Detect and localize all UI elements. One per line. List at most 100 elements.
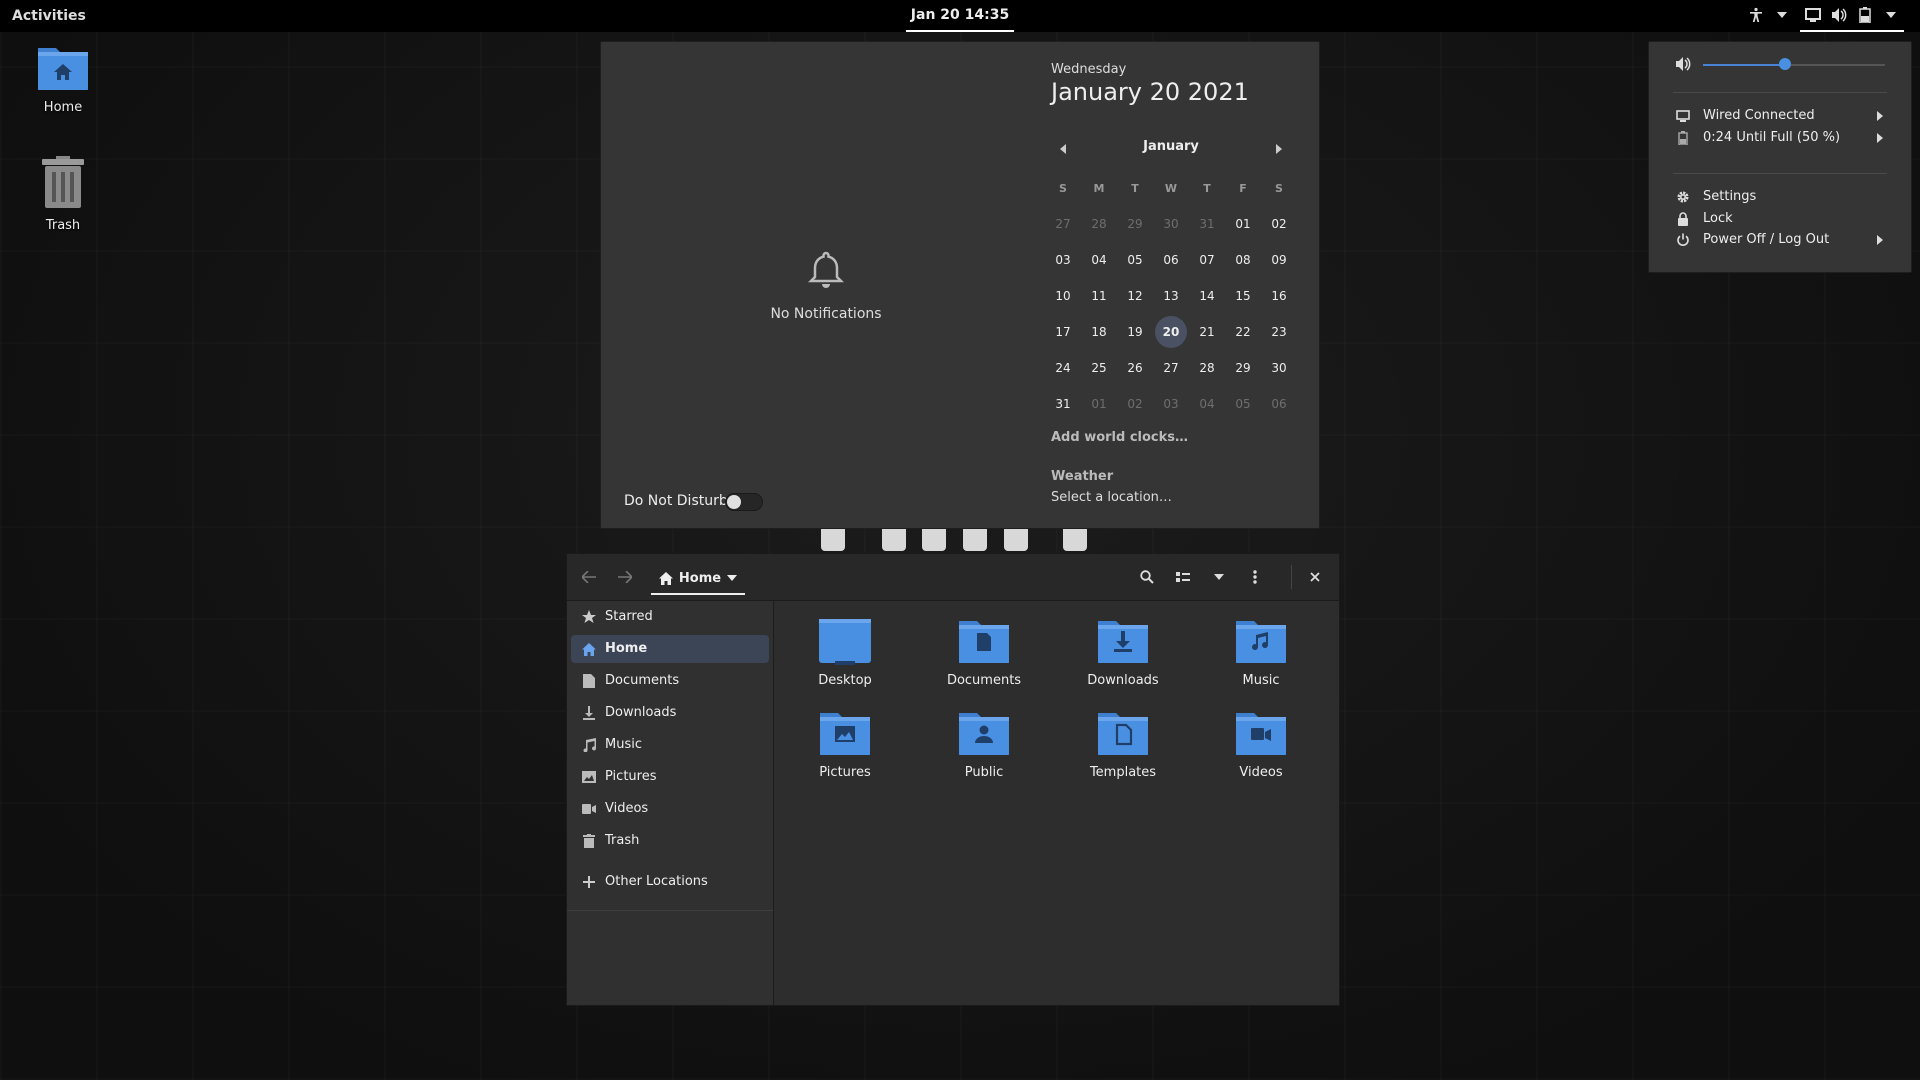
calendar-day[interactable]: 24 [1045, 350, 1081, 386]
calendar-day[interactable]: 16 [1261, 278, 1297, 314]
calendar-day[interactable]: 06 [1153, 242, 1189, 278]
calendar-day-today[interactable]: 20 [1155, 316, 1187, 348]
volume-slider-handle[interactable] [1778, 58, 1791, 70]
calendar-day[interactable]: 04 [1081, 242, 1117, 278]
header-bar: Home [567, 554, 1339, 601]
clock-button[interactable]: Jan 20 14:35 [906, 0, 1014, 32]
wired-connection-item[interactable]: Wired Connected [1649, 105, 1911, 127]
calendar-day[interactable]: 05 [1225, 386, 1261, 422]
calendar-day[interactable]: 28 [1081, 206, 1117, 242]
sidebar-item-other-locations[interactable]: Other Locations [571, 868, 769, 896]
volume-icon [1675, 56, 1691, 76]
desktop-trash-icon[interactable]: Trash [18, 154, 108, 233]
battery-item[interactable]: 0:24 Until Full (50 %) [1649, 127, 1911, 149]
chevron-right-icon [1877, 234, 1883, 249]
music-folder-icon [1236, 621, 1286, 663]
folder-desktop[interactable]: Desktop [790, 615, 900, 688]
full-date-label[interactable]: January 20 2021 [1051, 78, 1249, 106]
calendar-day[interactable]: 27 [1045, 206, 1081, 242]
calendar-day[interactable]: 02 [1261, 206, 1297, 242]
calendar-day[interactable]: 31 [1045, 386, 1081, 422]
calendar-day[interactable]: 10 [1045, 278, 1081, 314]
calendar-day[interactable]: 30 [1261, 350, 1297, 386]
calendar-day[interactable]: 28 [1189, 350, 1225, 386]
folder-templates[interactable]: Templates [1068, 707, 1178, 780]
calendar-day[interactable]: 22 [1225, 314, 1261, 350]
header-separator [1291, 565, 1292, 589]
calendar-day[interactable]: 17 [1045, 314, 1081, 350]
sidebar-item-downloads[interactable]: Downloads [571, 699, 769, 727]
folder-public[interactable]: Public [929, 707, 1039, 780]
add-world-clocks-button[interactable]: Add world clocks… [1051, 430, 1188, 445]
home-folder-icon [38, 48, 88, 90]
folder-videos[interactable]: Videos [1206, 707, 1316, 780]
back-button[interactable] [577, 565, 601, 589]
calendar-day[interactable]: 09 [1261, 242, 1297, 278]
system-menu-button[interactable] [1800, 0, 1904, 32]
folder-documents[interactable]: Documents [929, 615, 1039, 688]
calendar-day[interactable]: 05 [1117, 242, 1153, 278]
calendar-day[interactable]: 06 [1261, 386, 1297, 422]
folder-label: Videos [1239, 765, 1283, 780]
sidebar-item-videos[interactable]: Videos [571, 795, 769, 823]
calendar-day[interactable]: 27 [1153, 350, 1189, 386]
close-button[interactable] [1303, 565, 1327, 589]
main-menu-button[interactable] [1243, 565, 1267, 589]
trash-icon [42, 156, 84, 208]
do-not-disturb-label: Do Not Disturb [624, 493, 728, 509]
forward-button[interactable] [613, 565, 637, 589]
system-menu: Wired Connected 0:24 Until Full (50 %) S… [1648, 41, 1912, 273]
settings-item[interactable]: Settings [1649, 186, 1911, 208]
calendar-day[interactable]: 01 [1225, 206, 1261, 242]
search-button[interactable] [1135, 565, 1159, 589]
calendar-day[interactable]: 18 [1081, 314, 1117, 350]
folder-label: Desktop [818, 673, 872, 688]
view-options-button[interactable] [1207, 565, 1231, 589]
activities-button[interactable]: Activities [12, 8, 86, 24]
path-bar-home-button[interactable]: Home [651, 563, 745, 595]
sidebar-item-starred[interactable]: Starred [571, 603, 769, 631]
calendar-day[interactable]: 19 [1117, 314, 1153, 350]
weather-location[interactable]: Select a location… [1051, 490, 1172, 505]
calendar-day[interactable]: 13 [1153, 278, 1189, 314]
calendar-day[interactable]: 26 [1117, 350, 1153, 386]
calendar-day[interactable]: 25 [1081, 350, 1117, 386]
desktop-home-icon[interactable]: Home [18, 44, 108, 115]
calendar-day[interactable]: 07 [1189, 242, 1225, 278]
folder-music[interactable]: Music [1206, 615, 1316, 688]
folder-downloads[interactable]: Downloads [1068, 615, 1178, 688]
calendar-day[interactable]: 02 [1117, 386, 1153, 422]
weather-heading[interactable]: Weather [1051, 469, 1113, 484]
weekday-label[interactable]: Wednesday [1051, 62, 1126, 77]
calendar-day[interactable]: 03 [1045, 242, 1081, 278]
calendar-day[interactable]: 11 [1081, 278, 1117, 314]
calendar-column: Wednesday January 20 2021 January S M T W T F… [1051, 42, 1319, 528]
view-list-button[interactable] [1171, 565, 1195, 589]
calendar-day[interactable]: 15 [1225, 278, 1261, 314]
calendar-day[interactable]: 29 [1225, 350, 1261, 386]
calendar-day[interactable]: 29 [1117, 206, 1153, 242]
calendar-day[interactable]: 03 [1153, 386, 1189, 422]
calendar-day[interactable]: 04 [1189, 386, 1225, 422]
power-off-item[interactable]: Power Off / Log Out [1649, 229, 1911, 251]
calendar-day[interactable]: 31 [1189, 206, 1225, 242]
lock-item[interactable]: Lock [1649, 208, 1911, 230]
calendar-day[interactable]: 14 [1189, 278, 1225, 314]
volume-slider[interactable] [1703, 58, 1885, 70]
sidebar-item-music[interactable]: Music [571, 731, 769, 759]
calendar-day[interactable]: 23 [1261, 314, 1297, 350]
sidebar-item-home[interactable]: Home [571, 635, 769, 663]
do-not-disturb-switch[interactable] [725, 493, 763, 511]
sidebar-item-documents[interactable]: Documents [571, 667, 769, 695]
next-month-button[interactable] [1271, 141, 1287, 157]
calendar-day[interactable]: 21 [1189, 314, 1225, 350]
sidebar-item-pictures[interactable]: Pictures [571, 763, 769, 791]
folder-pictures[interactable]: Pictures [790, 707, 900, 780]
accessibility-menu-button[interactable] [1748, 7, 1790, 23]
calendar-day[interactable]: 30 [1153, 206, 1189, 242]
music-icon [581, 737, 597, 753]
calendar-day[interactable]: 08 [1225, 242, 1261, 278]
sidebar-item-trash[interactable]: Trash [571, 827, 769, 855]
calendar-day[interactable]: 01 [1081, 386, 1117, 422]
calendar-day[interactable]: 12 [1117, 278, 1153, 314]
